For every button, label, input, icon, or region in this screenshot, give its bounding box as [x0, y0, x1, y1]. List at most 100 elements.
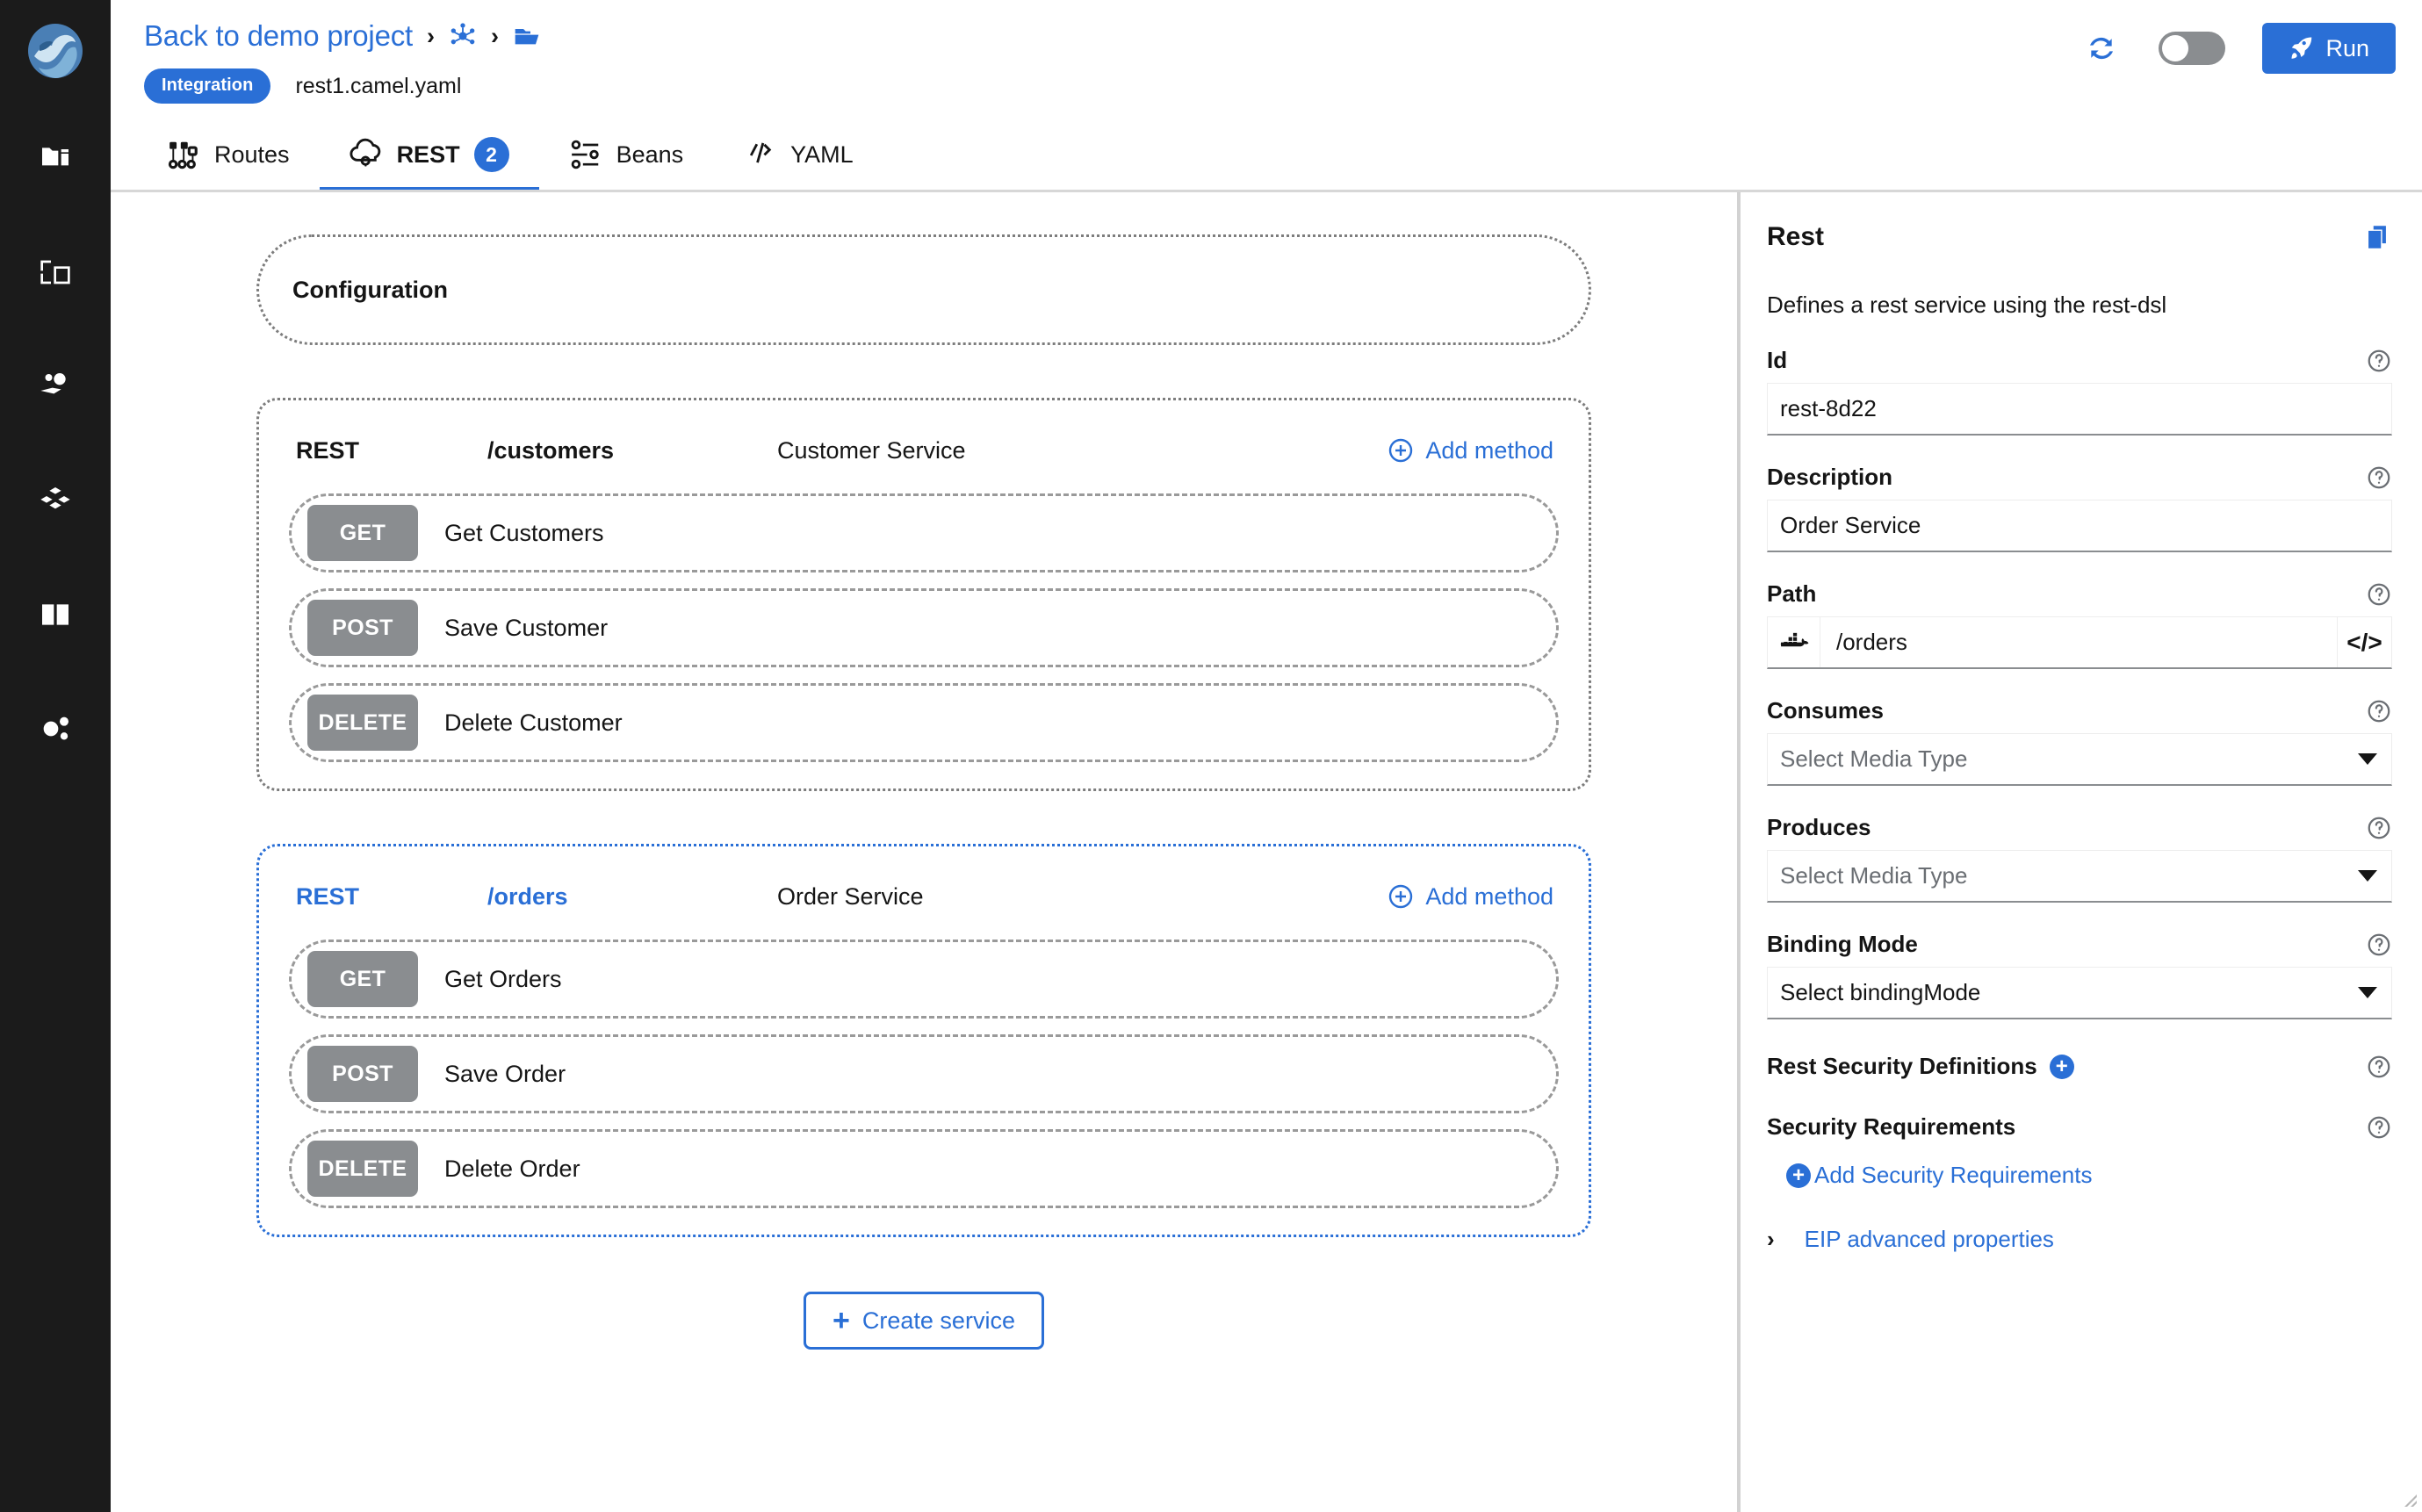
produces-placeholder: Select Media Type [1780, 862, 1967, 889]
description-label: Description [1767, 464, 1892, 491]
field-label-consumes: Consumes [1767, 697, 2392, 724]
copy-icon[interactable] [2362, 222, 2392, 256]
add-method-button[interactable]: Add method [1387, 882, 1553, 911]
method-verb-badge: DELETE [307, 695, 418, 751]
tab-rest[interactable]: REST 2 [320, 117, 539, 192]
binding-mode-placeholder: Select bindingMode [1780, 979, 1980, 1006]
rest-method-row[interactable]: GET Get Customers [289, 493, 1559, 572]
consumes-select[interactable]: Select Media Type [1767, 733, 2392, 786]
create-service-button[interactable]: + Create service [804, 1292, 1044, 1350]
sidebar-item-projects-icon[interactable] [31, 133, 80, 183]
panel-header: Rest [1767, 222, 2392, 256]
method-label: Delete Customer [444, 709, 623, 737]
toggle-knob [2162, 35, 2188, 61]
rest-method-row[interactable]: POST Save Order [289, 1034, 1559, 1113]
add-method-button[interactable]: Add method [1387, 436, 1553, 464]
tab-routes[interactable]: Routes [137, 117, 320, 192]
blocks-icon [38, 483, 73, 518]
rest-service-header: REST /customers Customer Service Add met… [289, 423, 1559, 478]
help-circle-icon[interactable] [2366, 581, 2392, 608]
resize-grip[interactable] [2399, 1489, 2418, 1508]
security-requirements-label: Security Requirements [1767, 1113, 2015, 1141]
id-label: Id [1767, 347, 1787, 374]
tab-yaml-label: YAML [790, 141, 854, 169]
topology-icon[interactable] [449, 22, 477, 50]
code-brackets-icon[interactable]: </> [2337, 617, 2391, 667]
app-root: Back to demo project › › Integration res… [0, 0, 2422, 1512]
rest-method-row[interactable]: GET Get Orders [289, 940, 1559, 1019]
help-circle-icon[interactable] [2366, 932, 2392, 958]
beans-icon [569, 138, 602, 171]
configuration-node[interactable]: Configuration [256, 234, 1591, 345]
help-circle-icon[interactable] [2366, 1114, 2392, 1141]
id-field[interactable] [1767, 383, 2392, 436]
rest-method-row[interactable]: POST Save Customer [289, 588, 1559, 667]
help-circle-icon[interactable] [2366, 464, 2392, 491]
folder-icon[interactable] [513, 22, 541, 50]
chevron-down-icon [2358, 753, 2377, 765]
consumes-label: Consumes [1767, 697, 1884, 724]
rest-security-definitions-label: Rest Security Definitions [1767, 1053, 2037, 1080]
produces-label: Produces [1767, 814, 1871, 841]
eip-advanced-properties-toggle[interactable]: › EIP advanced properties [1767, 1226, 2392, 1253]
run-button[interactable]: Run [2262, 23, 2396, 74]
description-field[interactable] [1767, 500, 2392, 552]
help-circle-icon[interactable] [2366, 815, 2392, 841]
rest-service-customers[interactable]: REST /customers Customer Service Add met… [256, 398, 1591, 791]
method-verb-badge: POST [307, 600, 418, 656]
toggle-switch[interactable] [2159, 32, 2225, 65]
rocket-icon [2289, 35, 2315, 61]
rest-path-label: /orders [487, 883, 777, 911]
method-verb-badge: GET [307, 505, 418, 561]
sidebar-item-blocks-icon[interactable] [31, 476, 80, 525]
create-service-wrap: + Create service [111, 1292, 1737, 1350]
produces-select[interactable]: Select Media Type [1767, 850, 2392, 903]
add-security-requirements-label: Add Security Requirements [1814, 1162, 2092, 1189]
plus-circle-icon [1387, 882, 1415, 911]
sidebar-item-containers-icon[interactable] [31, 248, 80, 297]
breadcrumb-back-link[interactable]: Back to demo project [144, 19, 413, 53]
help-circle-icon[interactable] [2366, 1054, 2392, 1080]
plus-circle-icon [1387, 436, 1415, 464]
eip-advanced-properties-label: EIP advanced properties [1805, 1226, 2054, 1253]
filename-label: rest1.camel.yaml [295, 74, 461, 99]
binding-mode-select[interactable]: Select bindingMode [1767, 967, 2392, 1019]
field-label-id: Id [1767, 347, 2392, 374]
breadcrumb-separator-1: › [427, 25, 435, 48]
help-circle-icon[interactable] [2366, 348, 2392, 374]
camel-logo-icon[interactable] [24, 19, 87, 83]
help-circle-icon[interactable] [2366, 698, 2392, 724]
properties-panel: Rest Defines a rest service using the re… [1741, 192, 2422, 1512]
rest-service-orders[interactable]: REST /orders Order Service Add method GE… [256, 844, 1591, 1237]
rest-method-row[interactable]: DELETE Delete Customer [289, 683, 1559, 762]
consumes-placeholder: Select Media Type [1780, 745, 1967, 773]
canvas-content: Configuration REST /customers Customer S… [111, 192, 1737, 1350]
status-badge: Integration [144, 68, 270, 104]
rest-method-row[interactable]: DELETE Delete Order [289, 1129, 1559, 1208]
sidebar-item-services-icon[interactable] [31, 362, 80, 411]
method-verb-badge: DELETE [307, 1141, 418, 1197]
services-icon [38, 369, 73, 404]
add-method-label: Add method [1425, 883, 1553, 911]
tab-beans-label: Beans [616, 141, 684, 169]
chevron-right-icon: › [1767, 1226, 1775, 1253]
refresh-icon[interactable] [2081, 28, 2122, 68]
tab-yaml[interactable]: YAML [713, 117, 883, 192]
chevron-down-icon [2358, 987, 2377, 998]
tab-rest-label: REST [397, 141, 460, 169]
path-value[interactable]: /orders [1820, 617, 2337, 667]
rest-canvas[interactable]: Configuration REST /customers Customer S… [111, 192, 1737, 1512]
field-label-path: Path [1767, 580, 2392, 608]
add-security-definition-icon[interactable]: + [2050, 1055, 2074, 1079]
security-requirements-row: Security Requirements [1767, 1113, 2392, 1141]
sidebar-item-settings-icon[interactable] [31, 704, 80, 753]
sidebar-item-knowledgebase-icon[interactable] [31, 590, 80, 639]
method-label: Get Orders [444, 966, 562, 993]
camel-docker-icon[interactable] [1768, 617, 1820, 667]
rest-kind-label: REST [296, 437, 487, 464]
field-label-produces: Produces [1767, 814, 2392, 841]
method-verb-badge: POST [307, 1046, 418, 1102]
add-security-requirements-button[interactable]: + Add Security Requirements [1786, 1162, 2392, 1189]
tab-routes-label: Routes [214, 141, 290, 169]
tab-beans[interactable]: Beans [539, 117, 714, 192]
